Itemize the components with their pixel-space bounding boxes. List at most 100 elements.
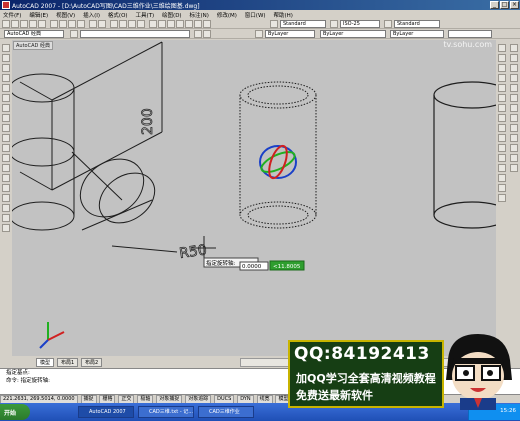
- revision-cloud-icon[interactable]: [2, 114, 10, 122]
- tab-layout1[interactable]: 布局1: [56, 358, 79, 367]
- table-icon[interactable]: [2, 214, 10, 222]
- tool-palettes-icon[interactable]: [167, 20, 175, 28]
- center-mark-icon[interactable]: [510, 164, 518, 172]
- region-icon[interactable]: [2, 204, 10, 212]
- angular-dim-icon[interactable]: [510, 114, 518, 122]
- match-properties-icon[interactable]: [77, 20, 85, 28]
- linear-dim-icon[interactable]: [510, 44, 518, 52]
- layer-manager-icon[interactable]: [70, 30, 78, 38]
- rectangle-icon[interactable]: [2, 84, 10, 92]
- ordinate-dim-icon[interactable]: [510, 74, 518, 82]
- layout-tabs: 模型 布局1 布局2: [36, 358, 236, 367]
- mirror-icon[interactable]: [498, 64, 506, 72]
- spline-icon[interactable]: [2, 124, 10, 132]
- print-icon[interactable]: [29, 20, 37, 28]
- array-icon[interactable]: [498, 84, 506, 92]
- hatch-icon[interactable]: [2, 184, 10, 192]
- offset-icon[interactable]: [498, 74, 506, 82]
- start-button[interactable]: 开始: [0, 404, 30, 420]
- pan-icon[interactable]: [110, 20, 118, 28]
- arc-icon[interactable]: [2, 94, 10, 102]
- trim-icon[interactable]: [498, 134, 506, 142]
- task-folder[interactable]: CAD三维作业: [198, 406, 254, 418]
- new-icon[interactable]: [2, 20, 10, 28]
- save-icon[interactable]: [20, 20, 28, 28]
- tolerance-icon[interactable]: [510, 154, 518, 162]
- color-select[interactable]: ByLayer: [265, 30, 315, 38]
- circle-icon[interactable]: [2, 104, 10, 112]
- scale-icon[interactable]: [498, 114, 506, 122]
- open-icon[interactable]: [11, 20, 19, 28]
- copy-icon[interactable]: [59, 20, 67, 28]
- jogged-dim-icon[interactable]: [510, 94, 518, 102]
- baseline-dim-icon[interactable]: [510, 134, 518, 142]
- polygon-icon[interactable]: [2, 74, 10, 82]
- markup-icon[interactable]: [185, 20, 193, 28]
- move-icon[interactable]: [498, 94, 506, 102]
- table-style-icon[interactable]: [384, 20, 392, 28]
- point-icon[interactable]: [2, 174, 10, 182]
- autocad-app-icon[interactable]: [2, 1, 10, 9]
- rotate-gizmo: [259, 144, 297, 180]
- close-button[interactable]: ×: [510, 1, 519, 9]
- zoom-realtime-icon[interactable]: [119, 20, 127, 28]
- quick-dim-icon[interactable]: [510, 124, 518, 132]
- insert-block-icon[interactable]: [2, 154, 10, 162]
- radius-dim-icon[interactable]: [510, 84, 518, 92]
- dim-style-icon[interactable]: [330, 20, 338, 28]
- rotate-icon[interactable]: [498, 104, 506, 112]
- task-autocad[interactable]: AutoCAD 2007: [78, 406, 134, 418]
- dim-style-select[interactable]: ISO-25: [340, 20, 380, 28]
- continue-dim-icon[interactable]: [510, 144, 518, 152]
- zoom-previous-icon[interactable]: [137, 20, 145, 28]
- preview-icon[interactable]: [38, 20, 46, 28]
- make-current-layer-icon[interactable]: [194, 30, 202, 38]
- sheet-set-icon[interactable]: [176, 20, 184, 28]
- task-notepad[interactable]: CAD三维.txt - 记...: [138, 406, 194, 418]
- erase-icon[interactable]: [498, 44, 506, 52]
- paste-icon[interactable]: [68, 20, 76, 28]
- construction-line-icon[interactable]: [2, 54, 10, 62]
- join-icon[interactable]: [498, 164, 506, 172]
- ellipse-arc-icon[interactable]: [2, 144, 10, 152]
- polyline-icon[interactable]: [2, 64, 10, 72]
- multiline-text-icon[interactable]: [2, 224, 10, 232]
- drawing-canvas[interactable]: AutoCAD 经典 tv.sohu.com 200 R50 指定旋转轴: 0.…: [12, 40, 496, 356]
- extend-icon[interactable]: [498, 144, 506, 152]
- table-style-select[interactable]: Standard: [394, 20, 440, 28]
- tab-model[interactable]: 模型: [36, 358, 55, 367]
- zoom-window-icon[interactable]: [128, 20, 136, 28]
- properties-icon[interactable]: [149, 20, 157, 28]
- stretch-icon[interactable]: [498, 124, 506, 132]
- break-icon[interactable]: [498, 154, 506, 162]
- diameter-dim-icon[interactable]: [510, 104, 518, 112]
- aligned-dim-icon[interactable]: [510, 54, 518, 62]
- tab-layout2[interactable]: 布局2: [81, 358, 103, 367]
- cut-icon[interactable]: [50, 20, 58, 28]
- maximize-button[interactable]: □: [500, 1, 509, 9]
- redo-icon[interactable]: [98, 20, 106, 28]
- explode-icon[interactable]: [498, 194, 506, 202]
- design-center-icon[interactable]: [158, 20, 166, 28]
- lineweight-select[interactable]: ByLayer: [390, 30, 444, 38]
- workspace-select[interactable]: AutoCAD 经典: [4, 30, 64, 38]
- ellipse-icon[interactable]: [2, 134, 10, 142]
- undo-icon[interactable]: [89, 20, 97, 28]
- fillet-icon[interactable]: [498, 184, 506, 192]
- minimize-button[interactable]: _: [490, 1, 499, 9]
- gradient-icon[interactable]: [2, 194, 10, 202]
- layer-select[interactable]: [80, 30, 190, 38]
- help-icon[interactable]: [203, 20, 211, 28]
- arc-length-icon[interactable]: [510, 64, 518, 72]
- text-style-icon[interactable]: [270, 20, 278, 28]
- color-control-icon[interactable]: [255, 30, 263, 38]
- chamfer-icon[interactable]: [498, 174, 506, 182]
- plot-style-select[interactable]: [448, 30, 492, 38]
- layer-previous-icon[interactable]: [203, 30, 211, 38]
- make-block-icon[interactable]: [2, 164, 10, 172]
- text-style-select[interactable]: Standard: [280, 20, 326, 28]
- copy-object-icon[interactable]: [498, 54, 506, 62]
- calculator-icon[interactable]: [194, 20, 202, 28]
- line-icon[interactable]: [2, 44, 10, 52]
- linetype-select[interactable]: ByLayer: [320, 30, 386, 38]
